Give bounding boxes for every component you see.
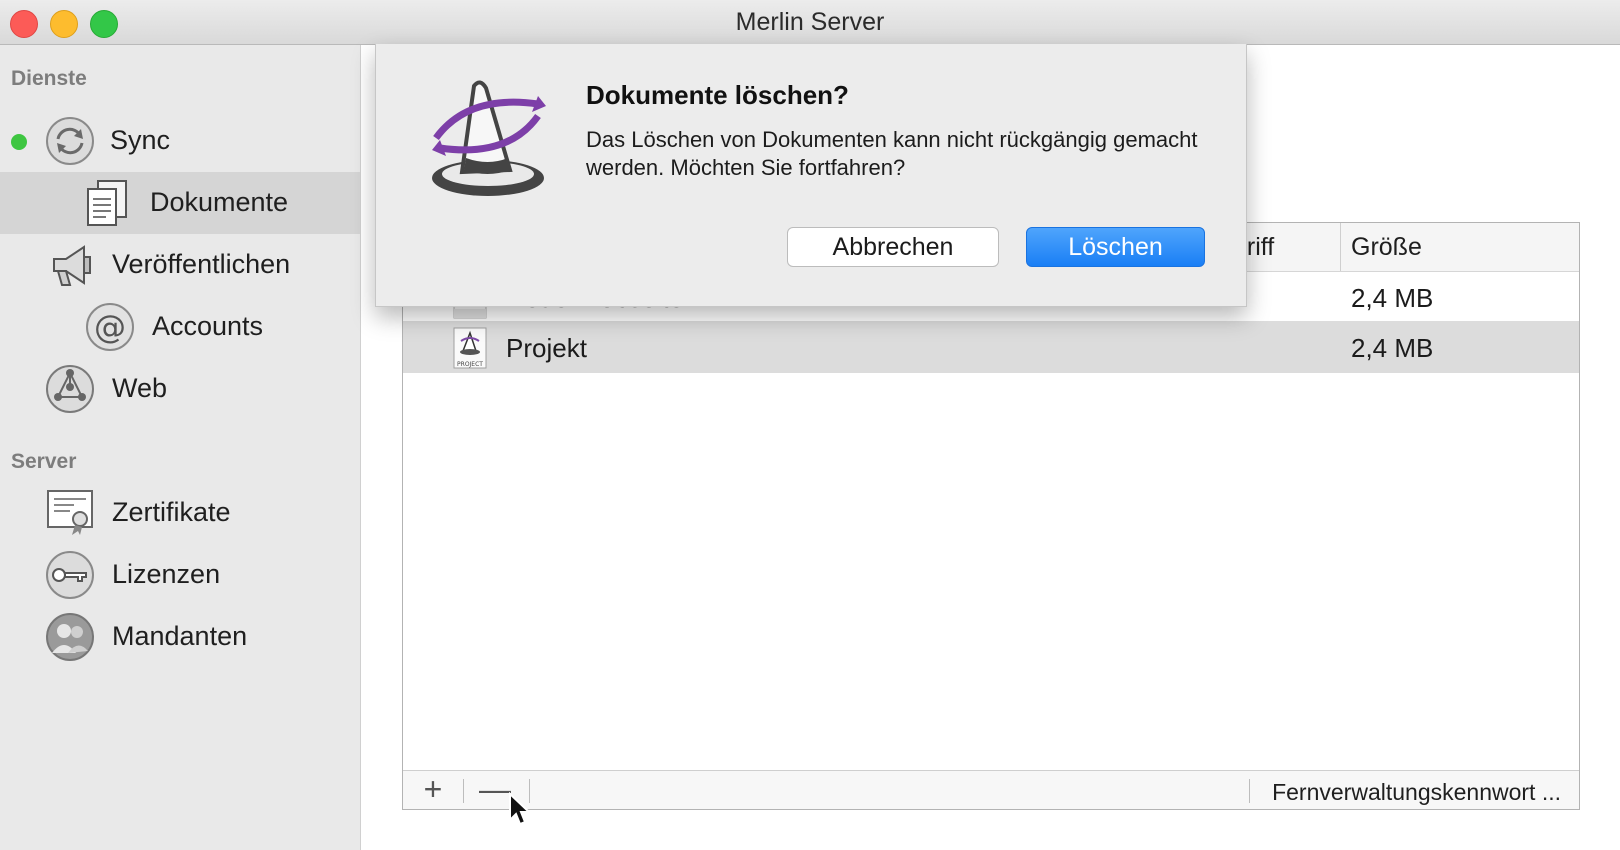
- document-name: Projekt: [506, 333, 587, 363]
- sidebar-item-label: Veröffentlichen: [112, 249, 291, 279]
- sidebar-item-label: Web: [112, 373, 168, 403]
- svg-text:@: @: [94, 308, 126, 346]
- footer-separator: [463, 779, 464, 803]
- footer-separator: [1249, 779, 1250, 803]
- sidebar-item-label: Sync: [110, 125, 171, 155]
- sidebar-item-web[interactable]: Web: [0, 358, 360, 420]
- sidebar-item-label: Mandanten: [112, 621, 248, 651]
- sync-icon: [44, 115, 96, 167]
- megaphone-icon: [44, 239, 96, 291]
- window-title: Merlin Server: [735, 8, 885, 36]
- add-document-button[interactable]: +: [405, 771, 461, 809]
- document-size: 2,4 MB: [1351, 333, 1434, 363]
- remote-password-button[interactable]: Fernverwaltungskennwort ...: [1272, 779, 1561, 806]
- app-window: Merlin Server Dienste Sync Dokumente Ver…: [0, 0, 1620, 850]
- merlin-project-file-icon: PROJECT: [453, 327, 487, 369]
- sidebar-section-dienste: Dienste: [11, 67, 87, 90]
- mouse-pointer-icon: [509, 792, 532, 826]
- sidebar-item-label: Dokumente: [150, 187, 289, 217]
- documents-icon: [82, 177, 134, 229]
- dialog-message: Das Löschen von Dokumenten kann nicht rü…: [586, 127, 1198, 180]
- sidebar-item-label: Accounts: [152, 311, 264, 341]
- svg-text:PROJECT: PROJECT: [457, 361, 483, 368]
- merlin-wizard-hat-icon: [432, 80, 546, 196]
- sidebar-item-lizenzen[interactable]: Lizenzen: [0, 544, 360, 606]
- column-header-groesse[interactable]: Größe: [1351, 233, 1422, 262]
- cancel-button[interactable]: Abbrechen: [787, 227, 999, 267]
- documents-table: griff Größe Neue Webseite 2,4 MB PROJECT…: [402, 222, 1580, 810]
- network-globe-icon: [44, 363, 96, 415]
- key-icon: [44, 549, 96, 601]
- column-separator: [1340, 223, 1341, 271]
- table-footer-toolbar: + — Fernverwaltungskennwort ...: [403, 770, 1579, 809]
- sidebar-item-mandanten[interactable]: Mandanten: [0, 606, 360, 668]
- sidebar-item-label: Zertifikate: [112, 497, 231, 527]
- delete-button[interactable]: Löschen: [1026, 227, 1205, 267]
- sidebar-item-sync[interactable]: Sync: [0, 110, 360, 172]
- sidebar-item-veroeffentlichen[interactable]: Veröffentlichen: [0, 234, 360, 296]
- sidebar-item-dokumente[interactable]: Dokumente: [0, 172, 360, 234]
- dialog-title: Dokumente löschen?: [586, 80, 849, 110]
- certificate-icon: [44, 487, 96, 539]
- sidebar-section-server: Server: [11, 450, 77, 473]
- sidebar-item-zertifikate[interactable]: Zertifikate: [0, 482, 360, 544]
- document-size: 2,4 MB: [1351, 283, 1434, 313]
- sidebar: Dienste Sync Dokumente Veröffentlichen @: [0, 45, 361, 850]
- title-bar: Merlin Server: [0, 0, 1620, 45]
- at-sign-icon: @: [84, 301, 136, 353]
- users-icon: [44, 611, 96, 663]
- status-indicator-online: [11, 134, 27, 150]
- sidebar-item-accounts[interactable]: @ Accounts: [0, 296, 360, 358]
- sidebar-item-label: Lizenzen: [112, 559, 221, 589]
- delete-confirmation-dialog: Dokumente löschen? Das Löschen von Dokum…: [375, 44, 1247, 307]
- table-row[interactable]: PROJECT Projekt 2,4 MB: [403, 321, 1579, 373]
